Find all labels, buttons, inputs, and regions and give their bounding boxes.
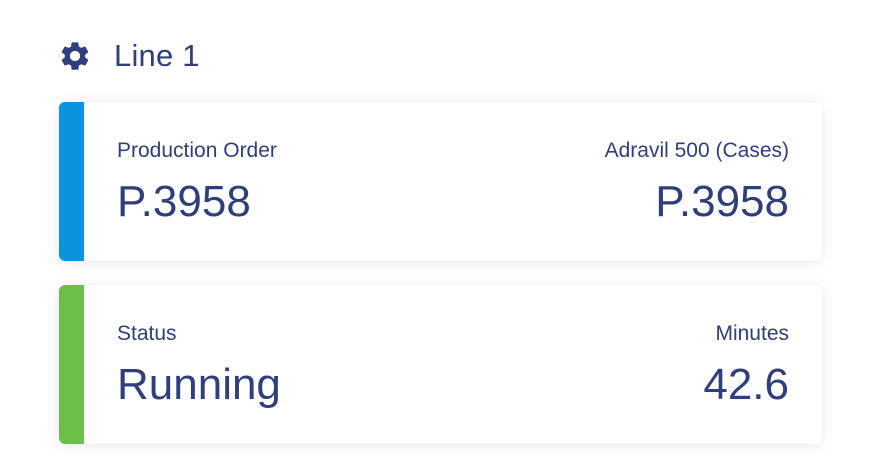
card-accent-bar	[59, 102, 84, 261]
minutes-label: Minutes	[715, 322, 789, 345]
production-order-card[interactable]: Production Order P.3958 Adravil 500 (Cas…	[59, 102, 822, 261]
status-card[interactable]: Status Running Minutes 42.6	[59, 285, 822, 444]
production-order-value: P.3958	[117, 177, 251, 226]
status-value: Running	[117, 360, 281, 409]
minutes-value: 42.6	[703, 360, 789, 409]
status-label: Status	[117, 322, 177, 345]
card-accent-bar	[59, 285, 84, 444]
line-title: Line 1	[114, 38, 200, 73]
gear-icon[interactable]	[58, 39, 92, 73]
product-order-value: P.3958	[655, 177, 789, 226]
product-name-label: Adravil 500 (Cases)	[604, 139, 789, 162]
production-order-label: Production Order	[117, 139, 277, 162]
line-status-panel: Line 1 Production Order P.3958 Adravil 5…	[0, 0, 880, 476]
line-header: Line 1	[58, 36, 200, 76]
